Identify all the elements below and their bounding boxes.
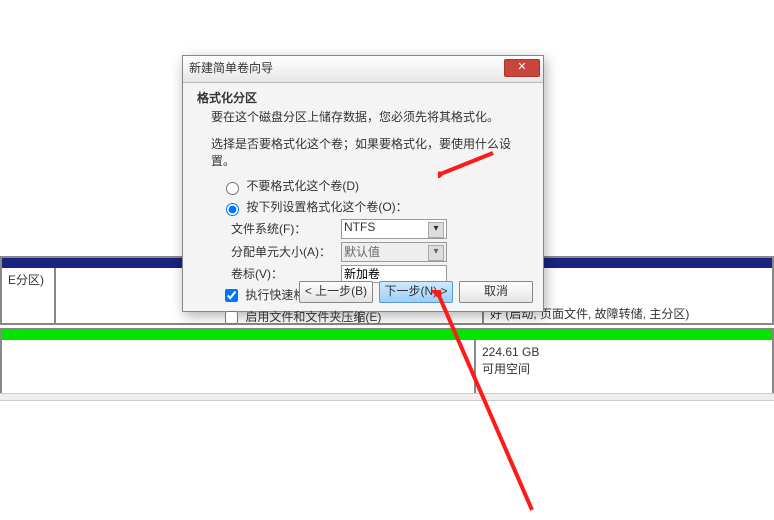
- row-filesystem: 文件系统(F)： NTFS ▾: [231, 219, 529, 239]
- chevron-down-icon: ▾: [428, 222, 444, 238]
- dialog-titlebar[interactable]: 新建简单卷向导 ✕: [183, 56, 543, 83]
- cancel-button[interactable]: 取消: [459, 281, 533, 303]
- close-icon: ✕: [517, 61, 526, 73]
- checkbox-quick-format-input[interactable]: [225, 289, 238, 302]
- unallocated-free[interactable]: 224.61 GB 可用空间: [474, 340, 772, 395]
- volume-label-text: 卷标(V)：: [231, 265, 341, 282]
- radio-format-input[interactable]: [226, 203, 239, 216]
- row-volume-label: 卷标(V)：: [231, 265, 529, 283]
- allocation-label: 分配单元大小(A)：: [231, 243, 341, 260]
- volume-label-input[interactable]: [341, 265, 447, 283]
- divider: [0, 393, 774, 401]
- allocation-select[interactable]: 默认值 ▾: [341, 242, 447, 262]
- section-desc: 要在这个磁盘分区上储存数据，您必须先将其格式化。: [211, 108, 529, 125]
- disk-map-unallocated: 224.61 GB 可用空间: [0, 328, 774, 397]
- radio-format[interactable]: 按下列设置格式化这个卷(O)：: [221, 198, 529, 216]
- row-allocation: 分配单元大小(A)： 默认值 ▾: [231, 242, 529, 262]
- instruction-text: 选择是否要格式化这个卷；如果要格式化，要使用什么设置。: [211, 135, 529, 169]
- radio-no-format-input[interactable]: [226, 182, 239, 195]
- next-button[interactable]: 下一步(N) >: [379, 281, 453, 303]
- radio-no-format[interactable]: 不要格式化这个卷(D): [221, 177, 529, 195]
- filesystem-select[interactable]: NTFS ▾: [341, 219, 447, 239]
- checkbox-compression[interactable]: 启用文件和文件夹压缩(E): [221, 308, 529, 327]
- back-button[interactable]: < 上一步(B): [299, 281, 373, 303]
- stripe-green: [2, 330, 772, 340]
- wizard-dialog: 新建简单卷向导 ✕ 格式化分区 要在这个磁盘分区上储存数据，您必须先将其格式化。…: [182, 55, 544, 312]
- radio-group: 不要格式化这个卷(D) 按下列设置格式化这个卷(O)：: [221, 177, 529, 216]
- dialog-buttons: < 上一步(B) 下一步(N) > 取消: [299, 281, 533, 303]
- section-title: 格式化分区: [197, 89, 529, 106]
- chevron-down-icon: ▾: [428, 245, 444, 261]
- filesystem-label: 文件系统(F)：: [231, 220, 341, 237]
- disk-header-cell: E分区): [2, 268, 54, 323]
- dialog-title: 新建简单卷向导: [189, 61, 273, 75]
- close-button[interactable]: ✕: [504, 59, 540, 77]
- checkbox-compression-input[interactable]: [225, 311, 238, 324]
- unallocated-hidden[interactable]: [2, 340, 474, 395]
